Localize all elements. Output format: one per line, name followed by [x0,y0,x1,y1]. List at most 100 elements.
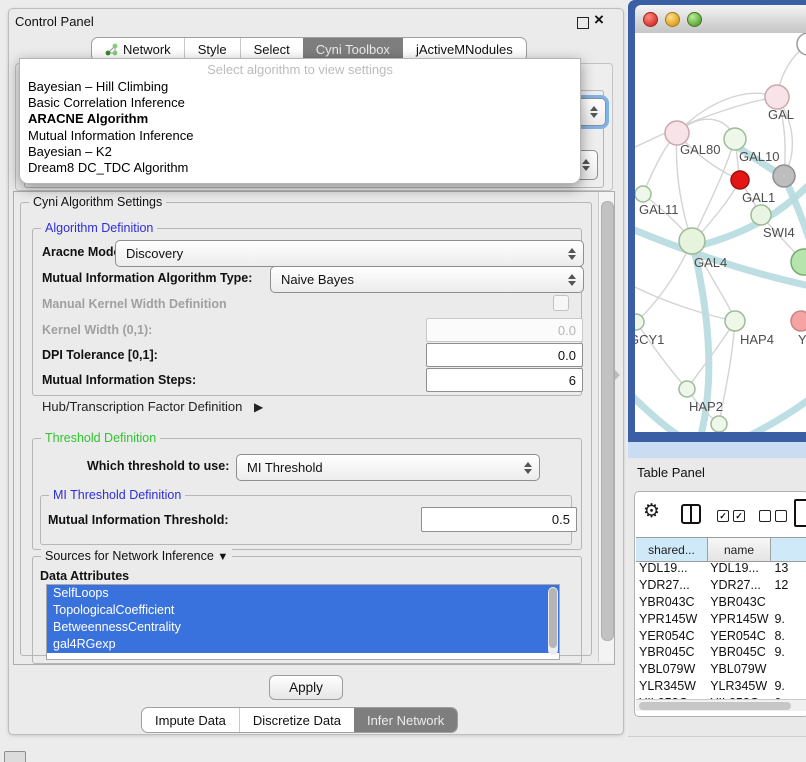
network-node[interactable] [725,311,745,331]
tab-jactivemnodules-label: jActiveMNodules [416,42,513,57]
network-node[interactable] [635,186,651,202]
close-traffic-light-icon[interactable] [643,12,658,27]
tab-select-label: Select [254,42,290,57]
aracne-mode-label: Aracne Mode: [42,245,125,259]
network-node[interactable] [635,314,644,330]
network-node[interactable] [731,171,749,189]
table-horizontal-scrollbar[interactable] [636,699,806,711]
list-item[interactable]: gal4RGexp [47,636,559,653]
mi-threshold-value: 0.5 [552,512,570,527]
panel-divider-grip-icon[interactable] [615,370,620,380]
collapse-arrow-icon: ▶ [254,400,263,414]
settings-scrollbar[interactable] [598,192,614,662]
table-cell: YBR045C [707,645,769,659]
control-panel: Control Panel × Network Style Select Cyn… [8,8,624,735]
close-icon[interactable]: × [594,10,604,30]
kernel-width-field[interactable]: 0.0 [426,318,583,342]
algorithm-option[interactable]: Mutual Information Inference [20,128,580,144]
network-tab-icon [105,43,118,56]
mi-threshold-field[interactable]: 0.5 [421,507,577,532]
mi-type-select[interactable]: Naive Bayes [270,266,584,293]
tab-discretize-data[interactable]: Discretize Data [239,708,354,732]
table-cell: YDR27... [636,578,707,592]
network-canvas[interactable]: GALGAL80GAL10GAL1GAL11SWI4GAL4GCY1HAP4YH… [635,33,806,432]
tab-impute-data[interactable]: Impute Data [142,708,239,732]
manual-kernel-label: Manual Kernel Width Definition [42,297,227,311]
table-container: ⚙ ✓ ✓ shared... name YDL19...YDL19...13Y… [634,491,806,717]
table-row[interactable]: YER054CYER054C8. [636,627,806,644]
network-view-window[interactable]: GALGAL80GAL10GAL1GAL11SWI4GAL4GCY1HAP4YH… [628,0,806,442]
hub-definition-toggle[interactable]: Hub/Transcription Factor Definition ▶ [42,399,263,414]
table-row[interactable]: YBR043CYBR043C [636,594,806,611]
table-row[interactable]: YBR045CYBR045C9. [636,644,806,661]
algorithm-option-highlighted[interactable]: ARACNE Algorithm [20,111,580,127]
which-threshold-select[interactable]: MI Threshold [236,454,540,481]
minimized-panel-button[interactable] [4,751,26,762]
list-scrollbar[interactable] [548,587,558,655]
table-row[interactable]: YBL079WYBL079W [636,661,806,678]
column-header-name[interactable]: name [708,538,771,561]
gear-icon[interactable]: ⚙ [643,500,660,522]
network-window-titlebar[interactable] [635,5,806,34]
network-node[interactable] [751,205,771,225]
mi-type-label: Mutual Information Algorithm Type: [42,271,252,285]
aracne-mode-select[interactable]: Discovery [115,240,584,267]
list-item[interactable]: TopologicalCoefficient [47,602,559,619]
list-item[interactable]: SelfLoops [47,585,559,602]
table-row[interactable]: YDR27...YDR27...12 [636,577,806,594]
float-window-icon[interactable] [577,17,589,29]
network-node[interactable] [679,228,705,254]
network-node[interactable] [791,311,806,331]
sources-group-title[interactable]: Sources for Network Inference ▼ [41,549,232,563]
table-scrollbar-thumb[interactable] [639,702,791,710]
table-row[interactable]: YDL19...YDL19...13 [636,560,806,577]
tab-infer-network-label: Infer Network [367,713,444,728]
table-cell: YDL19... [707,561,769,575]
table-row[interactable]: YLR345WYLR345W9. [636,678,806,695]
network-node[interactable] [711,416,727,432]
network-node[interactable] [724,128,746,150]
minimize-traffic-light-icon[interactable] [665,12,680,27]
column-header-partial[interactable] [771,538,806,561]
kernel-width-value: 0.0 [558,323,576,338]
zoom-traffic-light-icon[interactable] [687,12,702,27]
node-label: GAL [768,107,794,122]
tab-network-label: Network [123,42,171,57]
algorithm-option[interactable]: Basic Correlation Inference [20,95,580,111]
manual-kernel-checkbox[interactable] [553,295,569,311]
document-icon[interactable] [794,499,806,527]
tab-impute-data-label: Impute Data [155,713,226,728]
table-cell: YBR045C [636,645,707,659]
split-view-icon[interactable] [681,504,701,524]
network-edge[interactable] [635,391,685,432]
table-row[interactable]: YPR145WYPR145W9. [636,610,806,627]
algorithm-option[interactable]: Dream8 DC_TDC Algorithm [20,160,580,176]
table-rows: YDL19...YDL19...13YDR27...YDR27...12YBR0… [636,560,806,710]
network-node[interactable] [765,85,789,109]
settings-scrollbar-thumb[interactable] [601,201,614,641]
network-edge[interactable] [636,241,692,322]
network-node[interactable] [773,165,795,187]
network-node[interactable] [679,381,695,397]
select-all-checks-icon[interactable]: ✓ ✓ [717,510,745,522]
network-edge[interactable] [747,395,806,432]
apply-button[interactable]: Apply [269,675,343,700]
table-cell: YPR145W [707,612,769,626]
dpi-tolerance-field[interactable]: 0.0 [426,343,583,367]
tab-discretize-data-label: Discretize Data [253,713,341,728]
algorithm-option[interactable]: Bayesian – Hill Climbing [20,79,580,95]
algorithm-option[interactable]: Bayesian – K2 [20,144,580,160]
table-cell: YER054C [707,629,769,643]
deselect-all-checks-icon[interactable] [759,510,787,522]
network-node[interactable] [791,249,806,275]
column-header-shared-name[interactable]: shared... [636,538,708,561]
mi-steps-field[interactable]: 6 [426,368,583,392]
network-edge[interactable] [635,283,735,321]
sources-title-label: Sources for Network Inference [45,549,214,563]
dpi-tolerance-label: DPI Tolerance [0,1]: [42,348,158,362]
node-label: GCY1 [635,332,664,347]
table-cell: YPR145W [636,612,707,626]
list-item[interactable]: BetweennessCentrality [47,619,559,636]
tab-infer-network[interactable]: Infer Network [354,708,457,732]
which-threshold-value: MI Threshold [247,460,323,475]
